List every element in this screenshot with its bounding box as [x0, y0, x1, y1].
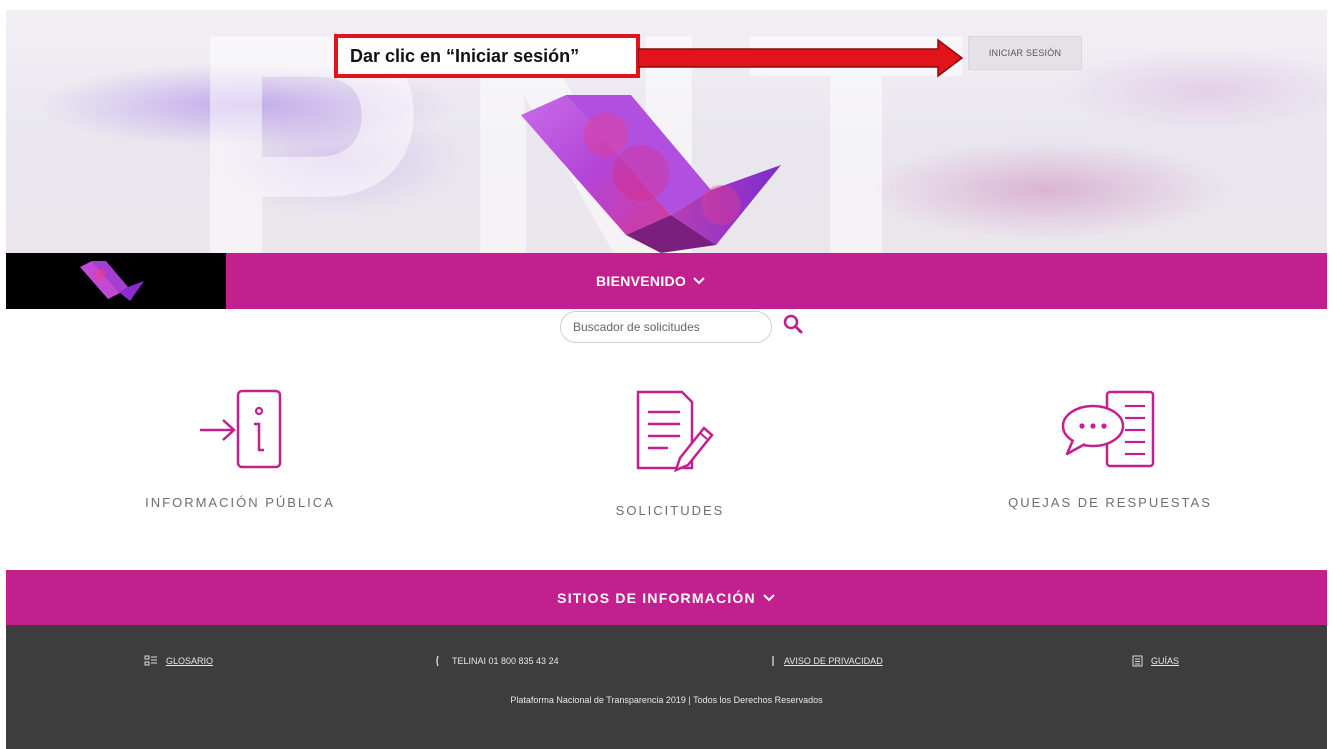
footer: GLOSARIO TELINAI 01 800 835 43 24 AVISO …: [6, 625, 1327, 749]
navbar-logo-area: [6, 253, 226, 309]
chat-complaint-icon: [1061, 390, 1155, 468]
search-area: [560, 311, 820, 345]
footer-phone: TELINAI 01 800 835 43 24: [436, 655, 559, 667]
information-entry-icon: [200, 389, 282, 469]
footer-link-guias[interactable]: GUÍAS: [1132, 655, 1179, 667]
hero-banner: PNT Dar clic en “Iniciar sesión” INICIAR…: [6, 10, 1327, 253]
welcome-label: BIENVENIDO: [596, 273, 687, 289]
arrow-right-icon: [638, 38, 964, 78]
sitios-menu[interactable]: SITIOS DE INFORMACIÓN: [6, 570, 1327, 625]
feature-solicitudes[interactable]: SOLICITUDES: [560, 388, 780, 518]
instruction-callout: Dar clic en “Iniciar sesión”: [334, 34, 640, 78]
feature-informacion-publica[interactable]: INFORMACIÓN PÚBLICA: [130, 388, 350, 510]
search-icon[interactable]: [782, 313, 804, 335]
pnt-mini-logo[interactable]: [76, 259, 146, 303]
phone-icon: [436, 655, 439, 667]
feature-label: QUEJAS DE RESPUESTAS: [1008, 495, 1212, 510]
chevron-down-icon: [763, 593, 775, 601]
main-navbar: BIENVENIDO: [6, 253, 1327, 309]
feature-label: SOLICITUDES: [615, 503, 725, 518]
footer-phone-label: TELINAI 01 800 835 43 24: [452, 656, 559, 666]
feature-label: INFORMACIÓN PÚBLICA: [145, 495, 335, 510]
sitios-label: SITIOS DE INFORMACIÓN: [557, 589, 756, 606]
footer-link-aviso-privacidad[interactable]: AVISO DE PRIVACIDAD: [770, 655, 883, 667]
welcome-menu[interactable]: BIENVENIDO: [596, 253, 706, 309]
footer-copyright: Plataforma Nacional de Transparencia 201…: [510, 695, 823, 705]
footer-link-glosario[interactable]: GLOSARIO: [144, 655, 213, 667]
login-button[interactable]: INICIAR SESIÓN: [968, 36, 1082, 70]
glossary-icon: [144, 655, 157, 666]
document-edit-icon: [636, 390, 714, 473]
footer-link-label: GLOSARIO: [166, 656, 214, 666]
feature-quejas-de-respuestas[interactable]: QUEJAS DE RESPUESTAS: [1000, 388, 1220, 510]
footer-link-label: GUÍAS: [1151, 656, 1180, 666]
search-input[interactable]: [560, 311, 772, 343]
footer-link-label: AVISO DE PRIVACIDAD: [784, 656, 883, 666]
pnt-logo: [521, 95, 781, 253]
chevron-down-icon: [693, 277, 705, 285]
privacy-icon: [772, 656, 774, 666]
guide-icon: [1132, 655, 1143, 667]
